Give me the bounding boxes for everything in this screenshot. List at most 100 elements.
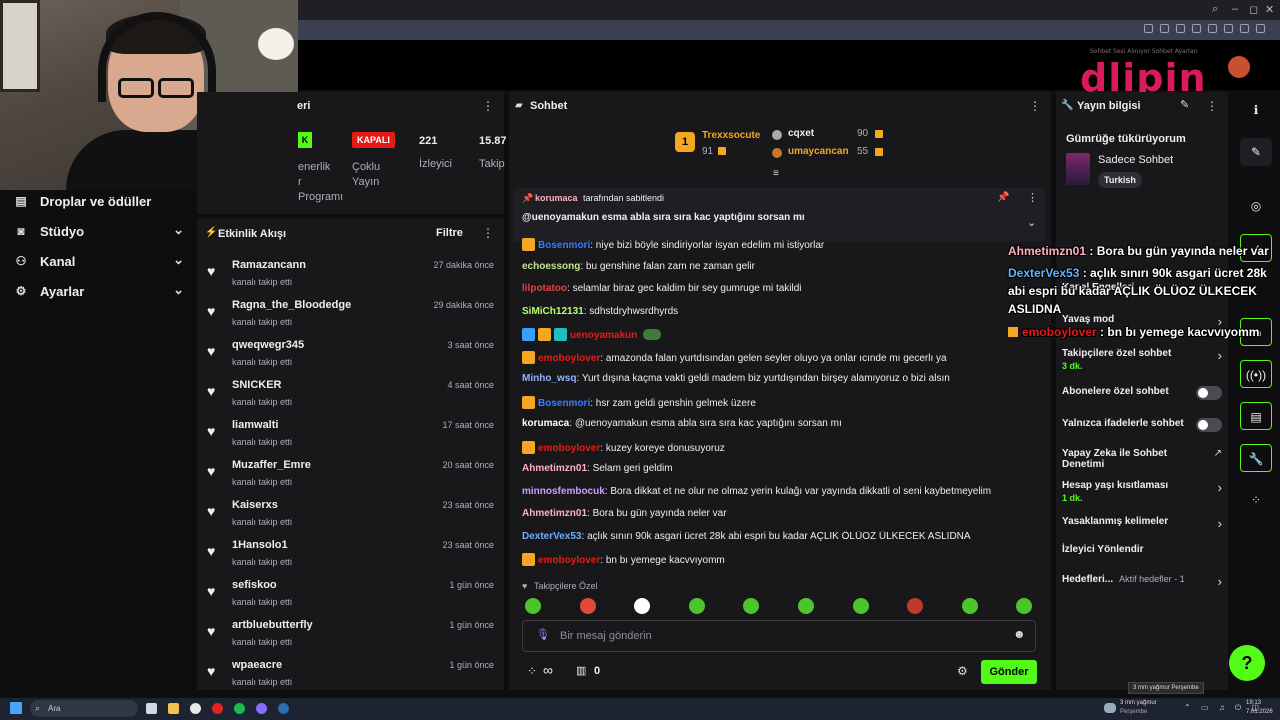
chat-message[interactable]: Minho_wsq: Yurt dışına kaçma vakti geldi… <box>522 373 1042 391</box>
chat-username[interactable]: uenoyamakun <box>570 330 637 341</box>
emoji-icon[interactable]: ☻ <box>1013 627 1026 641</box>
activity-user[interactable]: Ramazancann <box>232 259 306 271</box>
activity-user[interactable]: liamwalti <box>232 419 278 431</box>
chat-message[interactable]: echoessong: bu genshine falan zam ne zam… <box>522 261 1042 279</box>
chat-username[interactable]: Ahmetimzn01 <box>522 508 587 519</box>
sidebar-item-studio[interactable]: ◙ Stüdyo ⌄ <box>14 222 184 242</box>
windows-start-icon[interactable] <box>10 702 22 714</box>
chat-setting-item[interactable]: Abonelere özel sohbet <box>1062 386 1222 400</box>
sidebar-item-settings[interactable]: ⚙ Ayarlar ⌄ <box>14 282 184 302</box>
emote-icon[interactable] <box>525 598 541 614</box>
gift-icon[interactable]: ▥ <box>576 664 586 677</box>
weather-text[interactable]: 3 mm yağmur <box>1120 700 1157 706</box>
activity-row[interactable]: ♥ Ragna_the_Bloodedge kanalı takip etti 29 … <box>207 299 494 335</box>
chat-settings-icon[interactable]: ⚙ <box>957 664 968 678</box>
file-explorer-icon[interactable] <box>168 703 179 714</box>
chat-message[interactable]: Bosenmori: niye bizi böyle sindiriyorlar… <box>522 238 1042 256</box>
chat-setting-item[interactable]: Yapay Zeka ile Sohbet Denetimi ↗ <box>1062 448 1222 470</box>
chat-username[interactable]: korumaca <box>522 418 569 429</box>
sidebar-item-channel[interactable]: ⚇ Kanal ⌄ <box>14 252 184 272</box>
more-options-icon[interactable]: ⋮ <box>1027 191 1038 204</box>
extension-icon[interactable] <box>1208 24 1217 33</box>
activity-row[interactable]: ♥ wpaeacre kanalı takip etti 1 gün önce <box>207 659 494 695</box>
activity-user[interactable]: wpaeacre <box>232 659 282 671</box>
chat-username[interactable]: echoessong <box>522 261 580 272</box>
spotify-icon[interactable] <box>234 703 245 714</box>
chevron-down-icon[interactable]: ⌄ <box>1027 216 1036 229</box>
emote-icon[interactable] <box>688 598 705 614</box>
wrench-icon[interactable]: 🔧 <box>1240 444 1272 472</box>
chat-username[interactable]: Minho_wsq <box>522 373 576 384</box>
activity-row[interactable]: ♥ Kaiserxs kanalı takip etti 23 saat önce <box>207 499 494 535</box>
users-icon[interactable]: ⁘ <box>1240 486 1272 514</box>
leaderboard-first-name[interactable]: Trexxsocute <box>702 130 760 141</box>
chat-message[interactable]: lilpotatoo: selamlar biraz gec kaldim bi… <box>522 283 1042 301</box>
filter-button[interactable]: Filtre <box>436 227 463 239</box>
toggle-switch[interactable] <box>1196 418 1222 432</box>
chat-username[interactable]: minnosfembocuk <box>522 486 605 497</box>
chat-input[interactable]: 🎙 Bir mesaj gönderin ☻ <box>522 620 1036 652</box>
send-button[interactable]: Gönder <box>981 660 1037 684</box>
chat-username[interactable]: Bosenmori <box>538 240 590 251</box>
emote-icon[interactable] <box>798 598 814 614</box>
chat-message[interactable]: emoboylover: amazonda falan yurtdısından… <box>522 350 1042 369</box>
chat-message[interactable]: uenoyamakun <box>522 328 1042 346</box>
activity-user[interactable]: sefiskoo <box>232 579 277 591</box>
mic-icon[interactable]: 🎙 <box>536 628 550 641</box>
chat-message[interactable]: emoboylover: bn bı yemege kacvvıyomm <box>522 553 1042 571</box>
leaderboard-third-name[interactable]: umaycancan <box>788 146 849 157</box>
address-bar[interactable] <box>298 20 1280 40</box>
chat-message[interactable]: minnosfembocuk: Bora dikkat et ne olur n… <box>522 486 1042 504</box>
unpin-icon[interactable]: 📌 <box>997 192 1009 203</box>
more-options-icon[interactable]: ⋮ <box>482 99 494 113</box>
chat-username[interactable]: emoboylover <box>538 443 600 454</box>
discord-icon[interactable] <box>256 703 267 714</box>
extension-icon[interactable] <box>1240 24 1249 33</box>
chat-username[interactable]: emoboylover <box>538 353 600 364</box>
emote-icon[interactable] <box>634 598 651 614</box>
activity-row[interactable]: ♥ Muzaffer_Emre kanalı takip etti 20 saat ö… <box>207 459 494 495</box>
more-options-icon[interactable]: ⋮ <box>482 226 494 240</box>
browser-search-icon[interactable]: ⌕ <box>1212 3 1218 16</box>
users-icon[interactable]: ⁘ <box>527 664 537 678</box>
partner-program-stat[interactable]: enerlik r Programı <box>298 160 343 205</box>
emote-icon[interactable] <box>579 598 596 614</box>
sidebar-item-drops[interactable]: ▤ Droplar ve ödüller <box>14 192 184 212</box>
chat-message[interactable]: korumaca: @uenoyamakun esma abla sıra sı… <box>522 418 1042 436</box>
chat-message[interactable]: emoboylover: kuzey koreye donusuyoruz <box>522 440 1042 459</box>
extension-icon[interactable] <box>1256 24 1265 33</box>
chat-setting-item[interactable]: Yalnızca ifadelerle sohbet <box>1062 418 1222 432</box>
chat-message[interactable]: DexterVex53: açlık sınırı 90k asgari ücr… <box>522 531 1042 549</box>
taskbar-search[interactable]: ⌕ Ara <box>30 700 138 717</box>
layout-icon[interactable]: ▤ <box>1240 402 1272 430</box>
avatar[interactable] <box>1228 56 1250 78</box>
extension-icon[interactable] <box>1176 24 1185 33</box>
more-options-icon[interactable]: ⋮ <box>1206 99 1218 113</box>
activity-row[interactable]: ♥ artbluebutterfly kanalı takip etti 1 gün … <box>207 619 494 655</box>
broadcast-icon[interactable]: ((•)) <box>1240 360 1272 388</box>
close-button[interactable]: ✕ <box>1265 3 1274 16</box>
activity-user[interactable]: SNICKER <box>232 379 282 391</box>
chat-message[interactable]: SiMiCh12131: sdhstdryhwsrdhyrds <box>522 306 1042 324</box>
chat-username[interactable]: lilpotatoo <box>522 283 567 294</box>
chat-setting-item[interactable]: Hesap yaşı kısıtlaması 1 dk. › <box>1062 480 1222 503</box>
opera-icon[interactable] <box>212 703 223 714</box>
toggle-switch[interactable] <box>1196 386 1222 400</box>
activity-user[interactable]: Ragna_the_Bloodedge <box>232 299 351 311</box>
chat-message[interactable]: Ahmetimzn01: Selam geri geldim <box>522 463 1042 481</box>
emote-icon[interactable] <box>852 598 869 614</box>
activity-row[interactable]: ♥ sefiskoo kanalı takip etti 1 gün önce <box>207 579 494 615</box>
chat-username[interactable]: SiMiCh12131 <box>522 306 584 317</box>
help-button[interactable]: ? <box>1229 645 1265 681</box>
info-icon[interactable]: ℹ <box>1240 96 1272 124</box>
minimize-button[interactable]: – <box>1232 3 1238 15</box>
more-options-icon[interactable]: ⋮ <box>1029 99 1041 113</box>
activity-row[interactable]: ♥ 1Hansolo1 kanalı takip etti 23 saat önce <box>207 539 494 575</box>
clock-time[interactable]: 19:13 <box>1246 700 1261 706</box>
activity-row[interactable]: ♥ Ramazancann kanalı takip etti 27 dakika ö… <box>207 259 494 295</box>
category-name[interactable]: Sadece Sohbet <box>1098 154 1173 166</box>
pinned-by-user[interactable]: korumaca <box>535 193 578 203</box>
app-icon[interactable] <box>190 703 201 714</box>
activity-row[interactable]: ♥ qweqwegr345 kanalı takip etti 3 saat önce <box>207 339 494 375</box>
category-thumbnail[interactable] <box>1066 153 1090 185</box>
